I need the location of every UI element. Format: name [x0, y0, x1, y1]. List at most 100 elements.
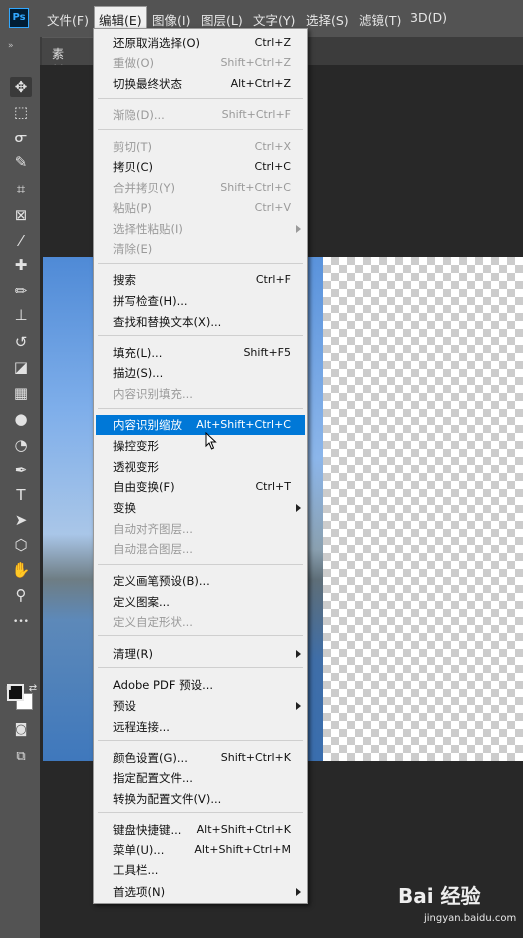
edit-menu-item-g2-2[interactable]: 合并拷贝(Y) Shift+Ctrl+C — [96, 178, 305, 198]
edit-menu-item-g2-0[interactable]: 剪切(T) Ctrl+X — [96, 137, 305, 157]
menu-item-label: 定义自定形状... — [113, 615, 193, 629]
marquee-tool-icon[interactable]: ⬚ — [10, 102, 32, 122]
history-brush-tool-icon[interactable]: ↺ — [10, 332, 32, 352]
menu-item-label: 键盘快捷键... — [113, 823, 182, 837]
edit-menu-item-g3-0[interactable]: 搜索 Ctrl+F — [96, 270, 305, 290]
quick-select-tool-icon[interactable]: ✎ — [10, 152, 32, 172]
menu-separator — [98, 335, 303, 336]
frame-tool-icon[interactable]: ⊠ — [10, 205, 32, 225]
menu-image[interactable]: 图像(I) — [152, 10, 190, 29]
edit-menu-item-g4-1[interactable]: 描边(S)... — [96, 363, 305, 383]
edit-menu-item-g2-1[interactable]: 拷贝(C) Ctrl+C — [96, 157, 305, 177]
edit-menu-item-g6-2[interactable]: 定义自定形状... — [96, 612, 305, 632]
menu-item-label: 拷贝(C) — [113, 160, 154, 174]
edit-menu-item-g0-0[interactable]: 还原取消选择(O) Ctrl+Z — [96, 33, 305, 53]
crop-tool-icon[interactable]: ⌗ — [10, 179, 32, 199]
default-colors-icon[interactable]: ▪ — [4, 683, 14, 693]
healing-brush-tool-icon[interactable]: ✚ — [10, 255, 32, 275]
pen-tool-icon[interactable]: ✒ — [10, 460, 32, 480]
hand-tool-icon[interactable]: ✋ — [10, 560, 32, 580]
menu-item-label: 菜单(U)... — [113, 843, 165, 857]
watermark-logo: Bai 经验 — [398, 884, 481, 908]
edit-menu-item-g2-3[interactable]: 粘贴(P) Ctrl+V — [96, 198, 305, 218]
edit-menu-item-g8-0[interactable]: Adobe PDF 预设... — [96, 675, 305, 695]
menu-item-label: 填充(L)... — [113, 346, 163, 360]
edit-menu-item-g7-0[interactable]: 清理(R) — [96, 644, 305, 664]
dodge-tool-icon[interactable]: ◔ — [10, 435, 32, 455]
edit-menu-item-g5-4[interactable]: 变换 — [96, 498, 305, 518]
blur-tool-icon[interactable]: ● — [10, 409, 32, 429]
shape-tool-icon[interactable]: ⬡ — [10, 535, 32, 555]
edit-menu-item-g10-0[interactable]: 键盘快捷键... Alt+Shift+Ctrl+K — [96, 820, 305, 840]
menu-3d[interactable]: 3D(D) — [410, 10, 447, 25]
photoshop-logo-icon[interactable]: Ps — [9, 8, 29, 28]
panel-collapse-icon[interactable]: » — [8, 41, 14, 51]
eraser-tool-icon[interactable]: ◪ — [10, 357, 32, 377]
edit-menu-item-g2-5[interactable]: 清除(E) — [96, 239, 305, 259]
path-select-tool-icon[interactable]: ➤ — [10, 510, 32, 530]
menu-separator — [98, 98, 303, 99]
edit-menu-item-g9-0[interactable]: 颜色设置(G)... Shift+Ctrl+K — [96, 748, 305, 768]
mouse-cursor-icon — [205, 432, 217, 450]
menu-item-label: 透视变形 — [113, 460, 159, 474]
menu-item-shortcut: Alt+Ctrl+Z — [230, 77, 291, 90]
edit-menu-item-g5-0[interactable]: 内容识别缩放 Alt+Shift+Ctrl+C — [96, 415, 305, 435]
menu-item-shortcut: Shift+F5 — [243, 346, 291, 359]
edit-menu-item-g8-1[interactable]: 预设 — [96, 696, 305, 716]
edit-menu-item-g5-1[interactable]: 操控变形 — [96, 436, 305, 456]
menu-filter[interactable]: 滤镜(T) — [359, 10, 401, 29]
document-tab[interactable]: 素材.jpg — [42, 37, 96, 78]
submenu-arrow-icon — [296, 888, 301, 896]
menu-layer[interactable]: 图层(L) — [201, 10, 243, 29]
edit-menu-item-g0-1[interactable]: 重做(O) Shift+Ctrl+Z — [96, 53, 305, 73]
menu-item-label: 粘贴(P) — [113, 201, 152, 215]
edit-menu-item-g9-1[interactable]: 指定配置文件... — [96, 768, 305, 788]
edit-menu-item-g3-1[interactable]: 拼写检查(H)... — [96, 291, 305, 311]
menu-item-shortcut: Shift+Ctrl+K — [220, 751, 291, 764]
menu-item-label: 远程连接... — [113, 720, 170, 734]
menu-item-label: 首选项(N) — [113, 885, 166, 899]
edit-menu-item-g0-2[interactable]: 切换最终状态 Alt+Ctrl+Z — [96, 74, 305, 94]
move-tool-icon[interactable]: ✥ — [10, 77, 32, 97]
menu-separator — [98, 667, 303, 668]
zoom-tool-icon[interactable]: ⚲ — [10, 585, 32, 605]
menu-item-label: 剪切(T) — [113, 140, 152, 154]
edit-menu-item-g10-2[interactable]: 工具栏... — [96, 860, 305, 880]
menu-item-label: 颜色设置(G)... — [113, 751, 188, 765]
menu-separator — [98, 635, 303, 636]
edit-menu-item-g5-5[interactable]: 自动对齐图层... — [96, 519, 305, 539]
edit-menu-item-g3-2[interactable]: 查找和替换文本(X)... — [96, 312, 305, 332]
type-tool-icon[interactable]: T — [10, 485, 32, 505]
menu-item-label: 描边(S)... — [113, 366, 164, 380]
menu-item-label: 定义图案... — [113, 595, 170, 609]
clone-stamp-tool-icon[interactable]: ⊥ — [10, 305, 32, 325]
lasso-tool-icon[interactable]: ᓂ — [10, 127, 32, 147]
menu-item-label: 自动对齐图层... — [113, 522, 193, 536]
more-tools-icon[interactable]: ••• — [10, 612, 32, 632]
edit-menu-item-g6-0[interactable]: 定义画笔预设(B)... — [96, 571, 305, 591]
menu-file[interactable]: 文件(F) — [47, 10, 89, 29]
edit-menu-item-g10-3[interactable]: 首选项(N) — [96, 882, 305, 902]
quick-mask-icon[interactable]: ◙ — [10, 720, 32, 740]
menu-type[interactable]: 文字(Y) — [253, 10, 295, 29]
edit-menu-item-g6-1[interactable]: 定义图案... — [96, 592, 305, 612]
edit-menu-item-g5-6[interactable]: 自动混合图层... — [96, 539, 305, 559]
menu-select[interactable]: 选择(S) — [306, 10, 349, 29]
edit-menu-item-g8-2[interactable]: 远程连接... — [96, 717, 305, 737]
edit-menu-item-g2-4[interactable]: 选择性粘贴(I) — [96, 219, 305, 239]
eyedropper-tool-icon[interactable]: ⁄ — [10, 231, 32, 251]
menu-item-label: 内容识别填充... — [113, 387, 193, 401]
edit-menu-item-g9-2[interactable]: 转换为配置文件(V)... — [96, 789, 305, 809]
screen-mode-icon[interactable]: ⧉ — [10, 747, 32, 767]
edit-menu-item-g10-1[interactable]: 菜单(U)... Alt+Shift+Ctrl+M — [96, 840, 305, 860]
menu-item-shortcut: Ctrl+V — [254, 201, 291, 214]
edit-menu-item-g4-2[interactable]: 内容识别填充... — [96, 384, 305, 404]
edit-menu-item-g5-2[interactable]: 透视变形 — [96, 457, 305, 477]
submenu-arrow-icon — [296, 650, 301, 658]
edit-menu-item-g4-0[interactable]: 填充(L)... Shift+F5 — [96, 343, 305, 363]
gradient-tool-icon[interactable]: ▦ — [10, 383, 32, 403]
edit-menu-item-g5-3[interactable]: 自由变换(F) Ctrl+T — [96, 477, 305, 497]
brush-tool-icon[interactable]: ✏ — [10, 281, 32, 301]
watermark-url: jingyan.baidu.com — [424, 913, 517, 924]
edit-menu-item-g1-0[interactable]: 渐隐(D)... Shift+Ctrl+F — [96, 105, 305, 125]
